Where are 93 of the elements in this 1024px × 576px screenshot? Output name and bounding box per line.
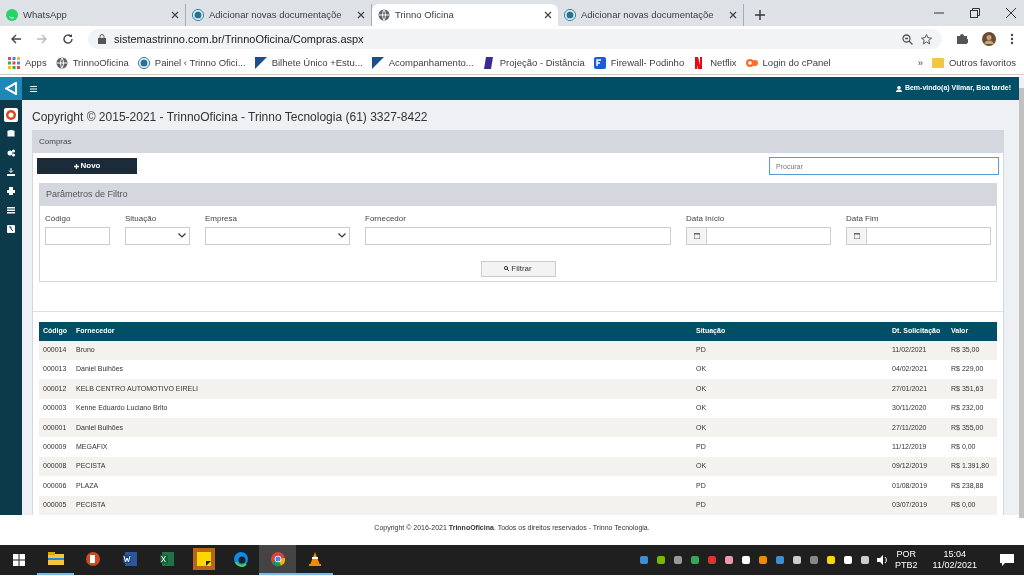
close-icon[interactable]: [544, 11, 552, 19]
tray-icon[interactable]: [792, 555, 803, 565]
close-icon[interactable]: [1006, 8, 1016, 18]
calendar-icon: [853, 232, 860, 239]
bookmark-link[interactable]: Firewall- Podinho: [593, 55, 685, 71]
search-icon: [504, 266, 510, 271]
date-field[interactable]: [686, 226, 831, 245]
user-icon: [895, 85, 902, 92]
back-icon[interactable]: [10, 33, 22, 45]
clock[interactable]: 15:04 11/02/2021: [932, 548, 977, 572]
list-icon[interactable]: [7, 206, 15, 214]
menu-icon[interactable]: [30, 85, 37, 92]
new-tab-icon[interactable]: [754, 9, 766, 21]
wordpress-icon: [564, 9, 576, 21]
phone-icon[interactable]: [7, 225, 15, 233]
folder-icon: [47, 551, 64, 567]
filter-button[interactable]: Filtrar: [480, 260, 556, 277]
calendar-icon: [693, 232, 700, 239]
globe-icon: [378, 9, 390, 21]
bookmark-link[interactable]: Acompanhamento...: [371, 55, 474, 71]
tray-icon[interactable]: [741, 555, 752, 565]
bookmark-link[interactable]: Login do cPanel: [745, 55, 831, 71]
bookmark-link[interactable]: TrinnoOficina: [55, 55, 129, 71]
reload-icon[interactable]: [62, 33, 74, 45]
chevron-down-icon: [338, 233, 346, 238]
bookmark-folder[interactable]: Outros favoritos: [931, 55, 1016, 71]
traffic-cone-icon: [306, 551, 323, 567]
select-field[interactable]: [205, 226, 350, 245]
address-bar[interactable]: sistemastrinno.com.br/TrinnoOficina/Compras.aspx: [88, 29, 942, 49]
puzzle-icon[interactable]: [956, 33, 968, 45]
apps-icon: [8, 57, 20, 69]
wordpress-icon: [137, 57, 150, 69]
tray-icon[interactable]: [826, 555, 837, 565]
sticky-note-icon: [192, 548, 215, 570]
date-field[interactable]: [846, 226, 991, 245]
menu-icon[interactable]: [1010, 33, 1014, 45]
tray-icon[interactable]: [724, 555, 735, 565]
url-text: sistemastrinno.com.br/TrinnoOficina/Compras.aspx: [114, 31, 364, 47]
speaker-icon[interactable]: [877, 555, 889, 565]
windows-icon[interactable]: [12, 554, 25, 566]
wordpress-icon: [192, 9, 204, 21]
spreadsheet-icon: [158, 551, 175, 567]
ring-icon[interactable]: [4, 108, 18, 122]
input-field[interactable]: [45, 226, 110, 245]
notification-icon[interactable]: [1000, 554, 1014, 566]
select-field[interactable]: [125, 226, 190, 245]
logo-icon[interactable]: [0, 77, 22, 100]
field-label: Fornecedor: [365, 212, 407, 225]
avatar-icon[interactable]: [982, 32, 996, 46]
gears-icon[interactable]: [7, 149, 15, 157]
cpanel-icon: [745, 57, 758, 69]
close-icon[interactable]: [357, 11, 365, 19]
chevron-down-icon: [178, 233, 186, 238]
globe-icon: [55, 57, 68, 69]
presentation-icon: [84, 551, 101, 567]
browser-icon: [269, 551, 286, 567]
new-button[interactable]: Novo: [37, 158, 137, 174]
field-label: Situação: [125, 212, 158, 225]
field-label: Código: [45, 212, 72, 225]
whatsapp-icon: [6, 9, 18, 21]
more-bookmarks-button[interactable]: »: [917, 55, 923, 71]
restore-icon[interactable]: [970, 8, 980, 18]
tray-icon[interactable]: [758, 555, 769, 565]
print-icon[interactable]: [7, 187, 15, 195]
tray-icon[interactable]: [843, 555, 854, 565]
lock-icon: [98, 34, 106, 44]
field-label: Data Início: [686, 212, 726, 225]
bookmark-link[interactable]: Apps: [8, 55, 47, 71]
filter-title: Parâmetros de Filtro: [40, 184, 996, 206]
bookmark-link[interactable]: Netflix: [693, 55, 737, 71]
folder-icon: [931, 57, 944, 69]
download-icon[interactable]: [7, 168, 15, 176]
close-icon[interactable]: [171, 11, 179, 19]
tray-icon[interactable]: [673, 555, 684, 565]
plus-icon: [73, 163, 79, 169]
bookmark-link[interactable]: Painel ‹ Trinno Ofici...: [137, 55, 246, 71]
bookmark-link[interactable]: Projeção - Distância: [482, 55, 585, 71]
zoom-icon[interactable]: [902, 33, 913, 45]
field-label: Data Fim: [846, 212, 880, 225]
tray-icon[interactable]: [656, 555, 667, 565]
close-icon[interactable]: [729, 11, 737, 19]
input-field[interactable]: [365, 226, 671, 245]
document-icon: [121, 551, 138, 567]
panel-title: Compras: [33, 131, 1003, 153]
bookmark-link[interactable]: Bilhete Único +Estu...: [254, 55, 363, 71]
language-indicator[interactable]: POR PTB2: [895, 548, 918, 572]
star-icon[interactable]: [921, 33, 932, 45]
tray-icon[interactable]: [860, 555, 871, 565]
browser-tab[interactable]: Trinno Oficina: [372, 4, 558, 26]
page-title: Copyright © 2015-2021 - TrinnoOficina - Trinno Tecnologia (61) 3327-8422: [31, 109, 429, 126]
database-icon[interactable]: [7, 130, 15, 138]
field-label: Empresa: [205, 212, 238, 225]
browser-icon: [232, 551, 249, 567]
